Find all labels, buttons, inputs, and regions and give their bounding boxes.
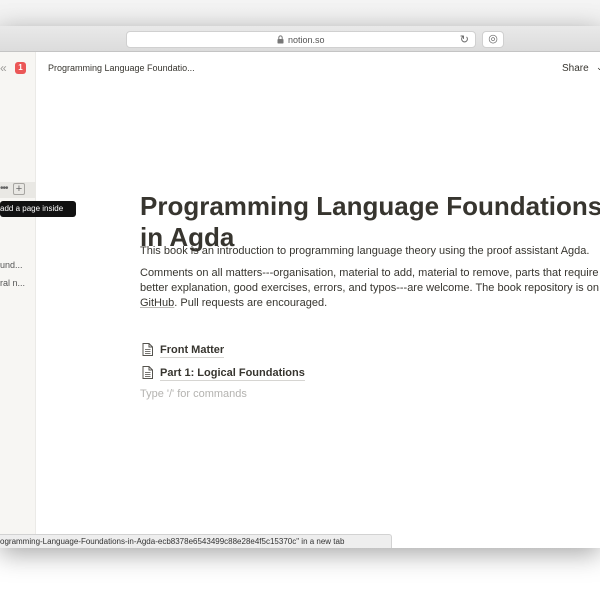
add-page-inside-button[interactable]: + (13, 183, 25, 195)
address-url: notion.so (288, 35, 325, 45)
more-options-icon[interactable]: ••• (0, 183, 8, 195)
comments-line-2: better explanation, good exercises, erro… (140, 282, 599, 294)
command-placeholder[interactable]: Type '/' for commands (140, 387, 247, 401)
sidebar: « 1 ••• + und... ral n... (0, 52, 36, 548)
page-icon (142, 366, 153, 379)
chevron-down-icon[interactable]: ⌄ (596, 62, 600, 73)
browser-window: notion.so ↻ ◎ « 1 ••• + und... ral n... … (0, 26, 600, 548)
share-button[interactable]: Share (562, 63, 589, 74)
comments-line-3: GitHub. Pull requests are encouraged. (140, 296, 599, 311)
notification-badge[interactable]: 1 (15, 62, 26, 74)
breadcrumb[interactable]: Programming Language Foundatio... (48, 63, 195, 73)
address-bar[interactable]: notion.so ↻ (126, 31, 476, 48)
subpage-label: Front Matter (160, 344, 225, 358)
subpage-label: Part 1: Logical Foundations (160, 367, 305, 381)
sidebar-item-2[interactable]: ral n... (0, 277, 25, 289)
tooltip: add a page inside (0, 201, 76, 217)
collapse-sidebar-icon[interactable]: « (0, 62, 7, 74)
lock-icon (277, 35, 284, 44)
github-link[interactable]: GitHub (140, 297, 174, 309)
page-icon (142, 343, 153, 356)
page-title-line-1: Programming Language Foundations (140, 191, 600, 221)
sidebar-item-1[interactable]: und... (0, 259, 23, 271)
intro-paragraph[interactable]: This book is an introduction to programm… (140, 244, 589, 259)
reload-icon[interactable]: ↻ (460, 34, 469, 46)
comments-paragraph[interactable]: Comments on all matters---organisation, … (140, 266, 599, 311)
comments-line-1: Comments on all matters---organisation, … (140, 267, 599, 279)
status-bar: ogramming-Language-Foundations-in-Agda-e… (0, 534, 392, 548)
extension-icon[interactable]: ◎ (482, 31, 504, 48)
page-topbar: Programming Language Foundatio... Share … (36, 52, 600, 84)
browser-toolbar: notion.so ↻ ◎ (0, 26, 600, 52)
comments-tail: . Pull requests are encouraged. (174, 297, 328, 309)
